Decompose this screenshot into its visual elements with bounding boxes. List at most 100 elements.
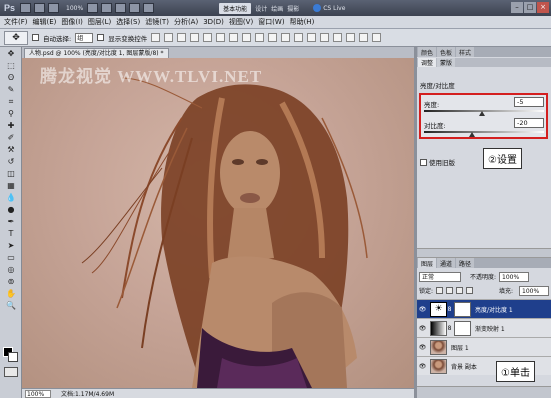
align-left-icon[interactable] [190,33,200,42]
screen-mode-icon[interactable] [143,3,155,13]
contrast-input[interactable]: -20 [514,118,544,128]
menu-image[interactable]: 图像(I) [61,17,83,27]
hand-tool-icon[interactable]: ✋ [4,289,18,299]
type-tool-icon[interactable]: T [4,229,18,239]
contrast-slider-track[interactable] [424,131,544,133]
layer-mask-thumbnail[interactable] [454,301,471,317]
3d-rotate-icon[interactable] [320,33,330,42]
layer-mask-thumbnail[interactable] [454,320,471,336]
distribute-right-icon[interactable] [294,33,304,42]
3d-camera-tool-icon[interactable]: ⊚ [4,277,18,287]
tab-masks[interactable]: 蒙版 [437,58,456,67]
align-middle-icon[interactable] [164,33,174,42]
distribute-middle-icon[interactable] [242,33,252,42]
quick-select-tool-icon[interactable]: ✎ [4,85,18,95]
move-tool-icon[interactable]: ✥ [4,49,18,59]
distribute-center-icon[interactable] [281,33,291,42]
show-transform-checkbox[interactable] [97,34,105,41]
clone-stamp-tool-icon[interactable]: ⚒ [4,145,18,155]
adjustment-layer-icon[interactable]: ☀ [430,301,447,317]
pen-tool-icon[interactable]: ✒ [4,217,18,227]
zoom-level[interactable]: 100% [66,5,83,12]
dodge-tool-icon[interactable]: ● [4,205,18,215]
move-tool-preset-icon[interactable]: ✥ [4,30,28,45]
contrast-slider-thumb[interactable] [469,132,475,137]
3d-slide-icon[interactable] [359,33,369,42]
align-top-icon[interactable] [151,33,161,42]
crop-tool-icon[interactable]: ⌗ [4,97,18,107]
fill-input[interactable]: 100% [519,285,549,296]
auto-align-icon[interactable] [307,33,317,42]
eyedropper-tool-icon[interactable]: ⚲ [4,109,18,119]
visibility-eye-icon[interactable]: 👁 [417,306,428,313]
minimize-icon[interactable]: – [511,2,523,13]
quick-mask-icon[interactable] [4,367,18,377]
brightness-slider-thumb[interactable] [478,111,485,116]
layer-gradient-map[interactable]: 👁 8 渐变映射 1 [417,318,551,337]
tab-layers[interactable]: 图层 [418,258,437,268]
tab-paths[interactable]: 路径 [456,258,475,268]
document-canvas[interactable]: 腾龙视觉 WWW.TLVI.NET [22,58,414,388]
brightness-input[interactable]: -5 [514,97,544,107]
distribute-top-icon[interactable] [229,33,239,42]
shape-tool-icon[interactable]: ▭ [4,253,18,263]
tab-color[interactable]: 颜色 [418,47,437,57]
workspace-design-button[interactable]: 设计 [255,4,267,13]
arrange-documents-icon[interactable] [129,3,141,13]
use-legacy-checkbox[interactable] [420,158,427,166]
opacity-input[interactable]: 100% [499,271,530,282]
mini-bridge-icon[interactable] [34,3,46,13]
view-extras-icon[interactable] [48,3,60,13]
menu-window[interactable]: 窗口(W) [258,17,284,27]
layer-thumbnail[interactable] [430,339,447,355]
gradient-tool-icon[interactable]: ▦ [4,181,18,191]
tab-adjustments[interactable]: 调整 [418,58,437,67]
marquee-tool-icon[interactable]: ⬚ [4,61,18,71]
rotate-view-icon[interactable] [115,3,127,13]
blur-tool-icon[interactable]: 💧 [4,193,18,203]
visibility-eye-icon[interactable]: 👁 [417,363,428,370]
zoom-field[interactable]: 100% [25,389,51,398]
document-size-info[interactable]: 文档:1.17M/4.69M [61,389,114,398]
lock-transparency-icon[interactable] [436,287,444,294]
history-brush-tool-icon[interactable]: ↺ [4,157,18,167]
menu-analysis[interactable]: 分析(A) [174,17,198,27]
layer-brightness-contrast[interactable]: 👁 ☀ 8 亮度/对比度 1 [417,299,551,318]
maximize-icon[interactable]: □ [524,2,536,13]
distribute-left-icon[interactable] [268,33,278,42]
zoom-icon[interactable] [101,3,113,13]
workspace-essentials-button[interactable]: 基本功能 [219,2,252,14]
menu-edit[interactable]: 编辑(E) [33,17,57,27]
tab-channels[interactable]: 通道 [437,258,456,268]
healing-brush-tool-icon[interactable]: ✚ [4,121,18,131]
layer-thumbnail[interactable] [430,358,447,374]
eraser-tool-icon[interactable]: ◫ [4,169,18,179]
menu-help[interactable]: 帮助(H) [290,17,315,27]
auto-select-checkbox[interactable] [32,34,39,41]
3d-pan-icon[interactable] [346,33,356,42]
menu-layer[interactable]: 图层(L) [88,17,111,27]
layer-layer-1[interactable]: 👁 图层 1 [417,337,551,356]
close-icon[interactable]: × [537,2,549,13]
distribute-bottom-icon[interactable] [255,33,265,42]
visibility-eye-icon[interactable]: 👁 [417,325,428,332]
lock-position-icon[interactable] [456,287,464,294]
lock-pixels-icon[interactable] [446,287,454,294]
menu-file[interactable]: 文件(F) [4,17,28,27]
hand-icon[interactable] [87,3,99,13]
workspace-photography-button[interactable]: 摄影 [287,4,299,13]
tab-swatches[interactable]: 色板 [437,47,456,57]
3d-roll-icon[interactable] [333,33,343,42]
3d-object-tool-icon[interactable]: ◎ [4,265,18,275]
menu-view[interactable]: 视图(V) [229,17,253,27]
document-tab[interactable]: 人物.psd @ 100% (亮度/对比度 1, 图层蒙版/8) * [24,48,169,58]
workspace-painting-button[interactable]: 绘画 [271,4,283,13]
bridge-icon[interactable] [20,3,32,13]
3d-scale-icon[interactable] [372,33,382,42]
menu-3d[interactable]: 3D(D) [203,18,224,26]
gradient-map-thumbnail[interactable] [430,320,447,336]
cs-live-button[interactable]: CS Live [313,4,345,12]
align-bottom-icon[interactable] [177,33,187,42]
zoom-tool-icon[interactable]: 🔍 [4,301,18,311]
blend-mode-dropdown[interactable]: 正常 [419,271,461,282]
